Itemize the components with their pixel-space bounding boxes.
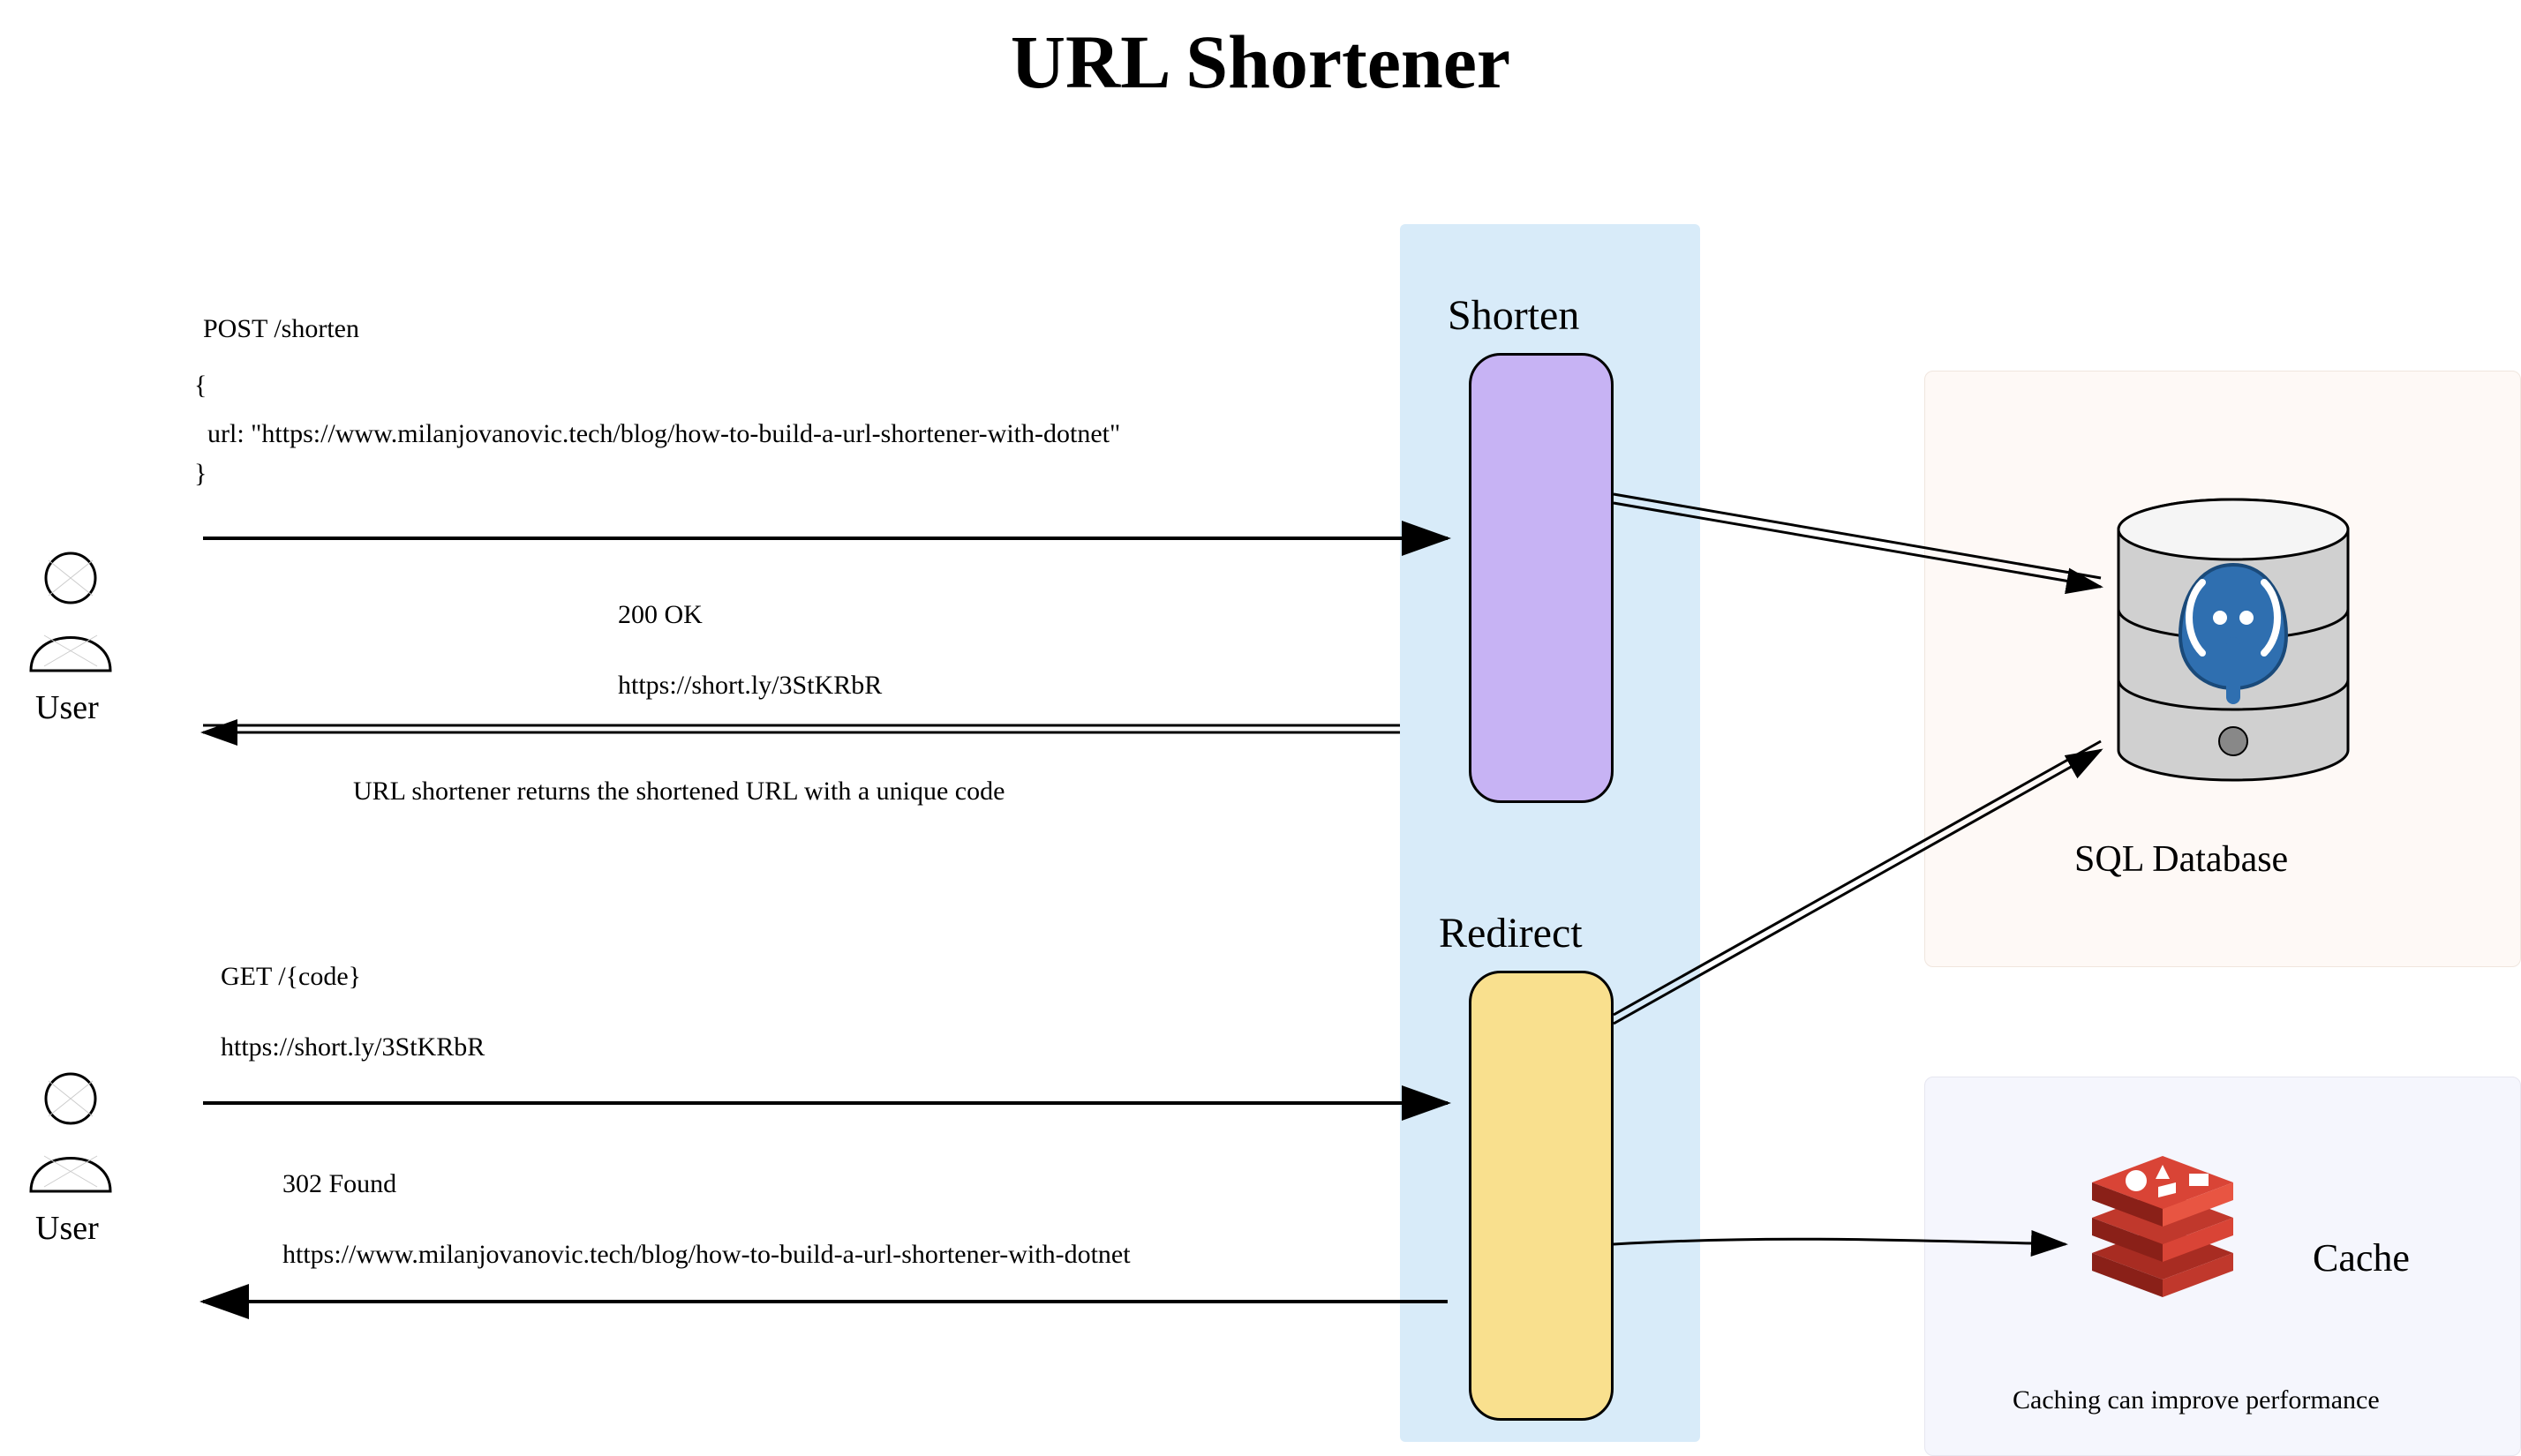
arrows-layer [0, 0, 2521, 1427]
